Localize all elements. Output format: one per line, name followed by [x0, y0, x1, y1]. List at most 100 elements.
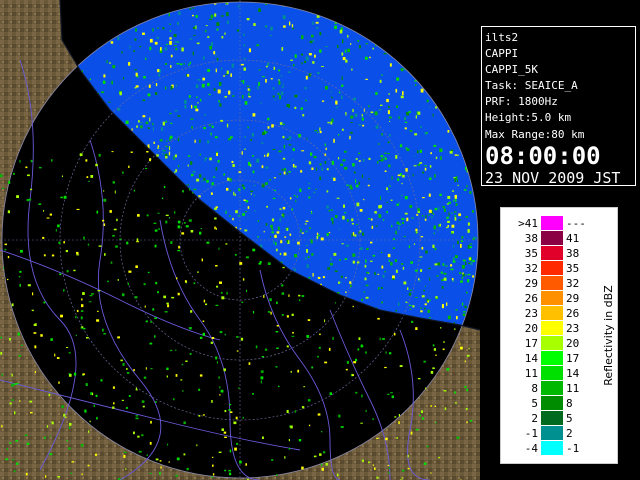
land-echo-dot	[282, 206, 286, 210]
echo-dot	[157, 27, 159, 29]
land-echo-dot	[86, 337, 89, 339]
land-echo-dot	[241, 301, 244, 303]
land-echo-dot	[379, 337, 381, 341]
echo-dot	[415, 228, 418, 232]
land-echo-dot	[216, 285, 219, 288]
land-echo-dot	[261, 356, 265, 358]
land-echo-dot	[350, 186, 353, 190]
land-echo-dot	[355, 391, 358, 394]
echo-dot	[310, 152, 313, 156]
echo-dot	[344, 212, 347, 214]
land-echo-dot	[76, 208, 80, 210]
land-echo-dot	[438, 224, 440, 227]
land-echo-dot	[423, 360, 426, 363]
land-echo-dot	[439, 223, 441, 227]
echo-dot	[316, 72, 320, 74]
echo-dot	[466, 291, 468, 294]
echo-dot	[316, 235, 319, 240]
echo-dot	[205, 25, 208, 27]
echo-dot	[450, 268, 454, 271]
land-echo-dot	[372, 418, 374, 420]
land-echo-dot	[66, 347, 69, 348]
land-echo-dot	[76, 254, 80, 256]
echo-dot	[216, 22, 220, 26]
echo-dot	[187, 74, 190, 77]
land-echo-dot	[421, 246, 424, 250]
land-echo-dot	[193, 282, 196, 285]
echo-dot	[282, 123, 285, 126]
land-echo-dot	[85, 383, 88, 386]
land-echo-dot	[239, 262, 243, 265]
echo-dot	[319, 131, 322, 134]
land-echo-dot	[1, 424, 3, 428]
land-echo-dot	[128, 165, 130, 168]
echo-dot	[298, 134, 302, 138]
echo-dot	[292, 158, 294, 161]
echo-dot	[415, 115, 417, 119]
land-echo-dot	[61, 405, 64, 408]
land-echo-dot	[168, 461, 170, 463]
echo-dot	[149, 117, 151, 122]
echo-dot	[305, 75, 308, 80]
echo-dot	[402, 91, 404, 96]
echo-dot	[136, 125, 138, 128]
land-echo-dot	[93, 404, 95, 407]
echo-dot	[338, 134, 340, 136]
land-echo-dot	[224, 333, 226, 336]
echo-dot	[168, 151, 171, 156]
echo-dot	[230, 73, 232, 77]
land-echo-dot	[389, 352, 392, 355]
land-echo-dot	[384, 366, 387, 369]
color-legend: >41 --- 38 41 35 38 32 35 29 32 26 29 23 26 20 23 17 20 14…	[500, 207, 618, 464]
land-echo-dot	[432, 367, 435, 370]
echo-dot	[355, 158, 358, 160]
land-echo-dot	[112, 181, 115, 184]
land-echo-dot	[137, 214, 140, 217]
land-echo-dot	[443, 272, 447, 275]
echo-dot	[247, 88, 250, 91]
echo-dot	[101, 91, 104, 94]
land-echo-dot	[183, 222, 186, 224]
echo-dot	[270, 78, 273, 80]
echo-dot	[277, 226, 280, 230]
land-echo-dot	[135, 417, 139, 420]
echo-dot	[194, 139, 196, 143]
land-echo-dot	[455, 203, 458, 206]
land-echo-dot	[321, 431, 323, 433]
land-echo-dot	[248, 362, 251, 365]
task-label: Task: SEAICE_A	[485, 79, 578, 93]
echo-dot	[401, 182, 403, 185]
land-echo-dot	[419, 256, 423, 258]
land-echo-dot	[202, 320, 205, 322]
echo-dot	[438, 206, 440, 211]
echo-dot	[445, 265, 448, 267]
echo-dot	[439, 193, 442, 196]
land-echo-dot	[407, 467, 410, 470]
legend-low-value: 29	[524, 277, 538, 290]
echo-dot	[472, 210, 474, 213]
echo-dot	[225, 73, 228, 76]
land-echo-dot	[398, 421, 400, 425]
land-echo-dot	[236, 442, 239, 445]
land-echo-dot	[420, 269, 423, 272]
land-echo-dot	[339, 259, 341, 261]
echo-dot	[265, 131, 267, 134]
land-echo-dot	[228, 472, 232, 476]
land-echo-dot	[357, 348, 360, 351]
land-echo-dot	[294, 165, 297, 168]
land-echo-dot	[227, 177, 230, 181]
land-echo-dot	[288, 439, 290, 442]
echo-dot	[469, 191, 472, 194]
land-echo-dot	[102, 219, 105, 222]
echo-dot	[387, 253, 391, 258]
echo-dot	[352, 232, 355, 236]
echo-dot	[436, 275, 439, 277]
echo-dot	[377, 273, 380, 275]
echo-dot	[218, 100, 220, 103]
land-echo-dot	[368, 461, 370, 464]
land-echo-dot	[455, 309, 458, 311]
echo-dot	[341, 52, 344, 56]
land-echo-dot	[43, 301, 46, 304]
echo-dot	[381, 74, 383, 76]
land-echo-dot	[198, 388, 201, 391]
